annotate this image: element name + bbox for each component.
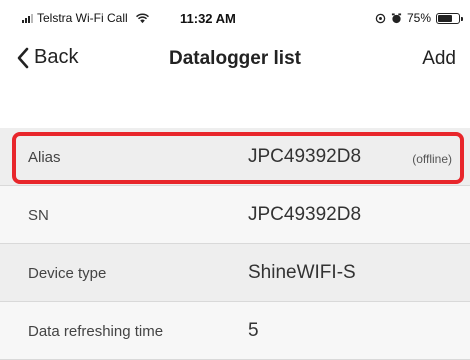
status-badge: (offline) bbox=[412, 152, 452, 166]
row-sn[interactable]: SN JPC49392D8 bbox=[0, 186, 470, 244]
signal-icon bbox=[22, 13, 33, 23]
datalogger-details-list: Alias JPC49392D8 (offline) SN JPC49392D8… bbox=[0, 128, 470, 360]
battery-fill bbox=[438, 14, 453, 22]
status-time: 11:32 AM bbox=[180, 11, 236, 26]
status-left: Telstra Wi-Fi Call bbox=[22, 11, 150, 25]
page-title: Datalogger list bbox=[169, 48, 301, 69]
section-spacer bbox=[0, 92, 470, 128]
nav-bar: Back Datalogger list Add bbox=[0, 38, 470, 82]
carrier-name: Telstra Wi-Fi Call bbox=[37, 11, 128, 25]
device-type-value: ShineWIFI-S bbox=[248, 262, 356, 283]
row-device-type[interactable]: Device type ShineWIFI-S bbox=[0, 244, 470, 302]
row-data-refreshing-time[interactable]: Data refreshing time 5 bbox=[0, 302, 470, 360]
alias-label: Alias bbox=[28, 149, 61, 166]
battery-percent: 75% bbox=[406, 11, 431, 25]
alarm-icon bbox=[391, 12, 402, 23]
status-bar: Telstra Wi-Fi Call 11:32 AM 75% bbox=[0, 0, 470, 34]
highlight-box bbox=[12, 132, 464, 184]
wifi-icon bbox=[135, 13, 149, 23]
status-right: 75% bbox=[375, 11, 463, 25]
data-refreshing-time-value: 5 bbox=[248, 320, 259, 341]
data-refreshing-time-label: Data refreshing time bbox=[28, 323, 164, 340]
device-type-label: Device type bbox=[28, 265, 107, 282]
add-button[interactable]: Add bbox=[422, 48, 456, 70]
row-alias[interactable]: Alias JPC49392D8 (offline) bbox=[0, 128, 470, 186]
location-icon bbox=[375, 13, 386, 23]
sn-label: SN bbox=[28, 207, 49, 224]
battery-icon bbox=[436, 12, 463, 24]
sn-value: JPC49392D8 bbox=[248, 204, 362, 225]
alias-value: JPC49392D8 bbox=[248, 146, 362, 167]
